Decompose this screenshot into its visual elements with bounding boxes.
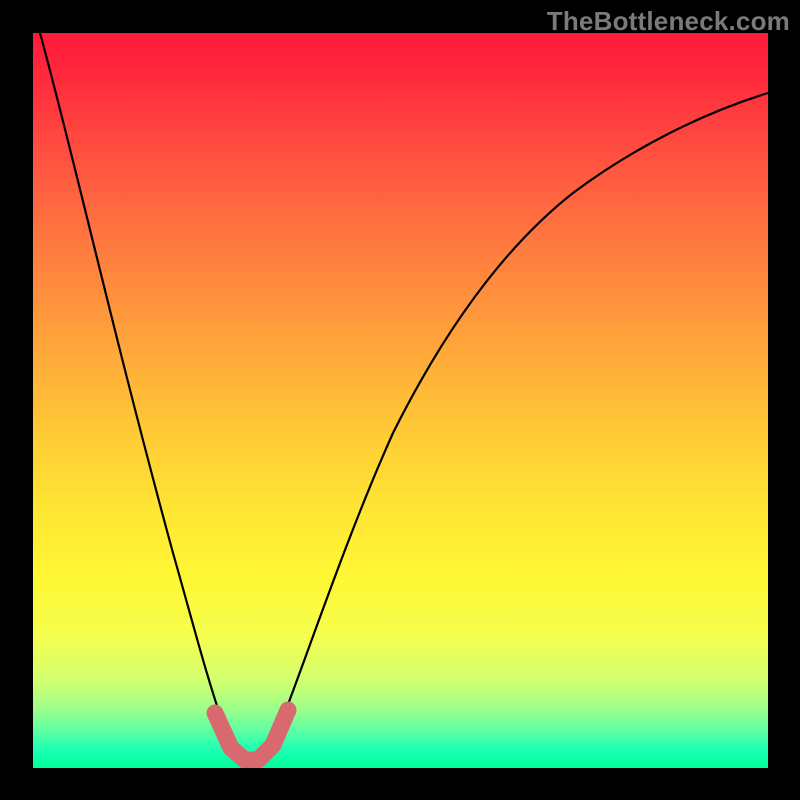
- chart-frame: TheBottleneck.com: [0, 0, 800, 800]
- optimal-zone-marker: [215, 710, 288, 760]
- bottleneck-curve: [33, 33, 768, 768]
- curve-path: [40, 33, 768, 763]
- plot-area: [33, 33, 768, 768]
- watermark-text: TheBottleneck.com: [547, 6, 790, 37]
